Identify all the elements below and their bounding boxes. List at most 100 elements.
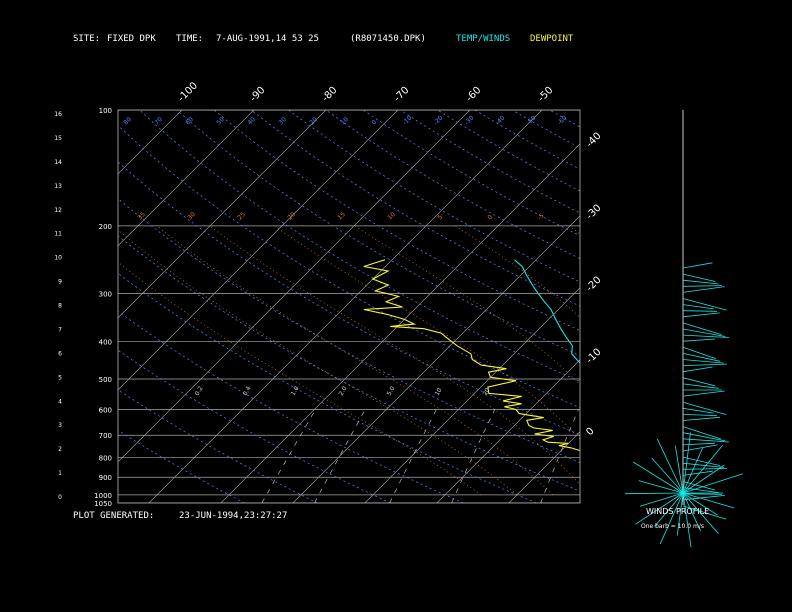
dry-adiabat: [437, 110, 580, 192]
mixing-ratio-line: [540, 409, 579, 503]
dry-adiabat-label: -30: [463, 114, 475, 126]
wind-barb: [682, 473, 744, 494]
mixing-ratio-label: 10: [434, 387, 444, 397]
height-tick-label: 7: [58, 326, 62, 333]
pressure-tick-label: 100: [99, 107, 112, 115]
wind-barb: [682, 338, 715, 342]
wind-barb: [682, 414, 718, 416]
isotherm-line: [581, 110, 792, 503]
height-tick-label: 4: [58, 398, 62, 405]
dry-adiabat: [511, 110, 580, 149]
isotherm-tick-label: -30: [584, 203, 603, 222]
dry-adiabat: [624, 110, 792, 503]
moist-adiabat-label: 35: [136, 211, 146, 221]
moist-adiabat-label: -5: [536, 212, 545, 221]
wind-barb: [682, 285, 723, 287]
isotherm-tick-label: -80: [320, 85, 339, 104]
wind-barb: [682, 262, 713, 269]
height-tick-label: 10: [54, 255, 62, 262]
moist-adiabat-label: 15: [336, 211, 346, 221]
mixing-ratio-label: 2.0: [338, 385, 349, 397]
diagram-axes: 1002003004005006007008009001000105001234…: [54, 80, 603, 508]
moist-adiabat-label: 10: [386, 211, 396, 221]
wind-barb: [682, 312, 720, 318]
site-value: FIXED DPK: [107, 34, 156, 44]
height-tick-label: 8: [58, 303, 62, 310]
dry-adiabat: [288, 110, 580, 283]
skew-t-diagram: SITE: FIXED DPK TIME: 7-AUG-1991,14 53 2…: [0, 34, 792, 548]
moist-adiabat: [118, 261, 482, 496]
wind-barb: [682, 493, 723, 495]
dry-adiabat: [661, 110, 792, 503]
isotherm-line: [148, 110, 543, 503]
wind-barb: [682, 407, 714, 414]
moist-adiabat-label: 25: [236, 211, 246, 221]
height-tick-label: 5: [58, 374, 62, 381]
pressure-tick-label: 300: [99, 291, 112, 299]
isotherm-tick-label: -60: [464, 85, 483, 104]
height-tick-label: 15: [54, 135, 62, 142]
dry-adiabat-label: 20: [308, 116, 318, 126]
wind-barb: [624, 492, 684, 495]
mixing-ratio-line: [693, 410, 721, 504]
pressure-tick-label: 1050: [94, 500, 112, 508]
dry-adiabat: [118, 389, 318, 503]
winds-scale-note: One barb = 10.0 m/s: [641, 523, 704, 530]
pressure-tick-label: 200: [99, 223, 112, 231]
dry-adiabat-label: 60: [184, 116, 194, 126]
isotherm-tick-label: -100: [176, 80, 200, 104]
moist-adiabat-label: 30: [186, 211, 196, 221]
mixing-ratio-label: 20: [482, 387, 492, 397]
height-tick-label: 12: [54, 207, 62, 214]
pressure-tick-label: 600: [99, 406, 112, 414]
legend-temp: TEMP/WINDS: [456, 34, 510, 44]
pressure-tick-label: 400: [99, 339, 112, 347]
isotherm-tick-label: -10: [584, 347, 603, 366]
mixing-ratio-line: [451, 409, 495, 503]
height-tick-label: 16: [54, 111, 62, 118]
dry-adiabat: [362, 110, 580, 237]
wind-barb: [682, 359, 724, 364]
isotherm-line: [508, 431, 580, 503]
wind-barb: [682, 363, 728, 366]
isotherm-tick-label: -40: [584, 131, 603, 150]
mixing-ratio-label: 5.0: [386, 385, 397, 397]
isotherm-line: [0, 110, 110, 503]
pressure-tick-label: 1000: [94, 492, 112, 500]
moist-adiabat-label: 5: [436, 214, 444, 222]
sounding-curves: [363, 259, 580, 452]
mixing-ratio-label: 0.4: [242, 385, 253, 397]
mixing-ratio-line: [614, 410, 647, 504]
wind-barb: [682, 298, 727, 311]
pressure-tick-label: 900: [99, 474, 112, 482]
wind-barb: [682, 286, 725, 293]
plot-generated-value: 23-JUN-1994,23:27:27: [179, 511, 287, 521]
height-tick-label: 13: [54, 183, 62, 190]
wind-barb: [682, 426, 722, 440]
isotherm-line: [118, 110, 399, 391]
legend-dewpoint: DEWPOINT: [530, 34, 574, 44]
dry-adiabat-label: -40: [494, 114, 506, 126]
wind-barb: [682, 310, 718, 312]
pressure-tick-label: 500: [99, 376, 112, 384]
wind-barb: [682, 322, 722, 335]
isotherm-tick-label: -20: [584, 275, 603, 294]
isotherm-tick-label: -70: [392, 85, 411, 104]
file-name: (R8071450.DPK): [350, 34, 426, 44]
dry-adiabat-label: 30: [277, 116, 287, 126]
dry-adiabat-label: 40: [246, 116, 256, 126]
isotherm-tick-label: -50: [536, 85, 555, 104]
isotherm-line: [220, 143, 580, 503]
diagram-grid: [0, 110, 792, 504]
isotherm-line: [118, 110, 183, 175]
isotherm-line: [653, 110, 792, 503]
height-tick-label: 11: [54, 231, 62, 238]
moist-adiabat-label: 0: [486, 214, 494, 222]
dry-adiabat-label: -10: [401, 114, 413, 126]
winds-profile-barbs: [624, 262, 744, 548]
moist-adiabat: [455, 225, 580, 318]
time-value: 7-AUG-1991,14 53 25: [216, 34, 319, 44]
isotherm-line: [118, 110, 327, 319]
height-tick-label: 0: [58, 494, 62, 501]
isotherm-line: [725, 110, 792, 503]
